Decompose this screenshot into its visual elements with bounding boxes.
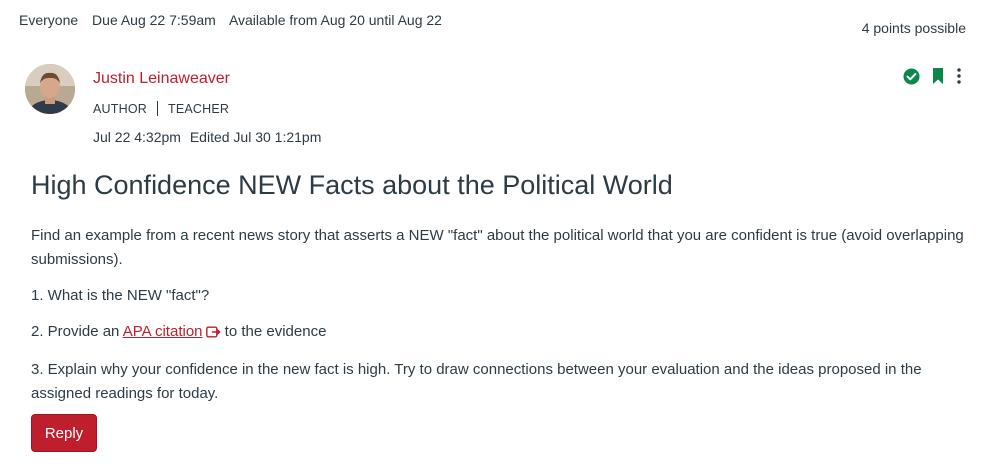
author-name-link[interactable]: Justin Leinaweaver [93,70,230,88]
reply-button[interactable]: Reply [31,414,97,452]
discussion-title: High Confidence NEW Facts about the Poli… [31,170,673,200]
due-date: Due Aug 22 7:59am [92,12,216,28]
question-2: 2. Provide an APA citation to the eviden… [31,320,976,346]
kebab-menu-icon[interactable] [956,67,962,90]
question-2-suffix: to the evidence [220,323,327,340]
discussion-body: Find an example from a recent news story… [31,224,976,418]
avatar-image [25,64,75,114]
avatar[interactable] [25,64,75,114]
question-1: 1. What is the NEW "fact"? [31,287,210,304]
availability-dates: Available from Aug 20 until Aug 22 [228,12,442,28]
points-possible: 4 points possible [861,20,966,36]
post-actions [903,67,962,90]
edited-date: Edited Jul 30 1:21pm [189,129,322,145]
bookmark-icon[interactable] [932,68,944,89]
role-teacher: TEACHER [167,101,230,116]
post-dates: Jul 22 4:32pm Edited Jul 30 1:21pm [93,129,321,145]
check-circle-icon[interactable] [903,68,920,90]
apa-citation-link[interactable]: APA citation [123,323,203,340]
posted-date: Jul 22 4:32pm [93,129,181,145]
question-3: 3. Explain why your confidence in the ne… [31,361,922,402]
question-2-prefix: 2. Provide an [31,323,123,340]
assignment-meta: Everyone Due Aug 22 7:59am Available fro… [19,12,452,28]
external-link-icon [205,322,221,346]
audience-label: Everyone [19,12,79,28]
intro-paragraph: Find an example from a recent news story… [31,227,964,268]
author-roles: AUTHOR TEACHER [93,101,229,116]
role-author: AUTHOR [93,101,147,116]
role-divider [156,101,158,116]
